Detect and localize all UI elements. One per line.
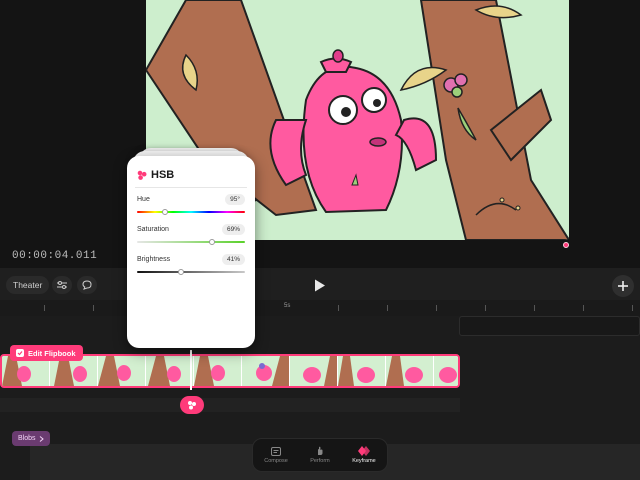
frame-thumbnail [98,356,131,386]
comment-button[interactable] [77,276,97,294]
flipbook-frame[interactable] [386,356,434,386]
mode-keyframe[interactable]: Keyframe [352,446,376,464]
canvas-stage: 00:00:04.011 [0,0,640,268]
ruler-label: 5s [284,303,291,309]
saturation-value[interactable]: 69% [221,224,245,235]
layer-tag-blobs[interactable]: Blobs [12,431,50,446]
mode-label: Keyframe [352,458,376,464]
flipbook-frame[interactable] [242,356,290,386]
brightness-slider-thumb[interactable] [178,269,185,275]
timeline-toolbar: Theater [0,268,640,302]
keyframe-dots-icon [188,401,196,410]
edit-flipbook-button[interactable]: Edit Flipbook [10,345,83,361]
flipbook-frame[interactable] [338,356,386,386]
compose-icon [270,446,281,456]
ruler-tick [632,305,633,311]
play-icon [315,279,325,291]
brightness-value[interactable]: 41% [221,254,245,265]
frame-thumbnail [303,356,337,386]
edit-flipbook-label: Edit Flipbook [28,348,76,358]
add-button[interactable] [612,275,634,297]
divider [135,187,247,188]
keyframe-track [0,398,460,412]
hsb-panel: HSB Hue 95° Saturation 69% Brightness 41… [127,156,255,348]
timeline-ruler[interactable]: 5s [0,300,640,316]
plus-icon [618,281,628,291]
frame-thumbnail [439,367,457,383]
frame-thumbnail [386,356,423,386]
keyframe-icon [357,446,370,456]
playhead[interactable] [190,350,192,390]
flipbook-frame[interactable] [434,356,458,386]
chevron-right-icon [39,435,44,442]
track-panel [459,316,640,336]
hsb-panel-stack: HSB Hue 95° Saturation 69% Brightness 41… [127,148,255,348]
hue-slider-thumb[interactable] [162,209,169,215]
canvas-resize-handle[interactable] [563,242,569,248]
brightness-slider[interactable] [137,269,245,275]
ruler-tick [387,305,388,311]
saturation-slider-thumb[interactable] [208,239,215,245]
ruler-tick [485,305,486,311]
flipbook-frame[interactable] [146,356,194,386]
adjustments-button[interactable] [52,276,72,294]
saturation-slider[interactable] [137,239,245,245]
hue-slider[interactable] [137,209,245,215]
hue-value[interactable]: 95° [225,194,245,205]
timecode-display: 00:00:04.011 [12,250,98,262]
frame-thumbnail [256,356,289,386]
hue-label: Hue [137,196,150,203]
ruler-tick [534,305,535,311]
frame-thumbnail [194,356,225,386]
mode-switcher: Compose Perform Keyframe [252,438,388,472]
ruler-tick [338,305,339,311]
mode-compose[interactable]: Compose [264,446,288,464]
ruler-tick [436,305,437,311]
frame-thumbnail [148,356,181,386]
brightness-label: Brightness [137,256,171,263]
saturation-label: Saturation [137,226,169,233]
check-icon [16,349,24,357]
layer-tag-label: Blobs [18,435,36,442]
mode-label: Perform [310,458,330,464]
mode-perform[interactable]: Perform [310,446,330,464]
keyframe-marker[interactable] [180,396,204,414]
perform-icon [317,446,323,455]
hsb-logo-icon [137,170,147,180]
ruler-tick [93,305,94,311]
comment-icon [82,280,92,290]
play-button[interactable] [312,277,328,293]
frame-thumbnail [338,356,375,386]
flipbook-frame[interactable] [290,356,338,386]
flipbook-frame[interactable] [98,356,146,386]
mode-label: Compose [264,457,288,464]
ruler-tick [44,305,45,311]
flipbook-frame[interactable] [194,356,242,386]
sliders-icon [57,281,67,289]
hsb-title: HSB [151,169,175,181]
theater-button[interactable]: Theater [6,276,50,294]
app-root: 00:00:04.011 Theater 5s Edit Flipbook Bl… [0,0,640,480]
ruler-tick [583,305,584,311]
